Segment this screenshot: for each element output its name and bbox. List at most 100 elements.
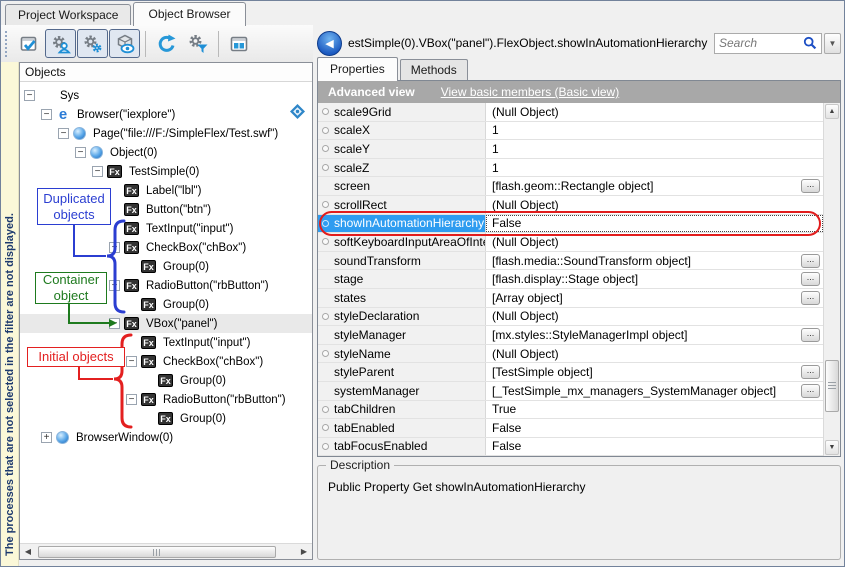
back-button[interactable]: ◀ (317, 31, 342, 56)
tree-node[interactable]: FxTextInput("input") (20, 219, 312, 238)
collapse-icon[interactable]: − (24, 90, 35, 101)
basic-view-link[interactable]: View basic members (Basic view) (441, 85, 620, 99)
collapse-icon[interactable]: − (126, 394, 137, 405)
ellipsis-button[interactable]: ... (801, 254, 820, 268)
ellipsis-button[interactable]: ... (801, 272, 820, 286)
property-row[interactable]: softKeyboardInputAreaOfInte(Null Object) (318, 233, 823, 252)
horizontal-scrollbar[interactable]: ◀ ▶ (20, 543, 312, 559)
tree-node-label: TestSimple(0) (126, 165, 202, 179)
tab-properties[interactable]: Properties (317, 57, 398, 81)
property-row[interactable]: tabFocusEnabledFalse (318, 438, 823, 456)
property-row[interactable]: scaleY1 (318, 140, 823, 159)
ellipsis-button[interactable]: ... (801, 365, 820, 379)
tree-node[interactable]: −FxCheckBox("chBox") (20, 238, 312, 257)
search-options-dropdown[interactable]: ▼ (824, 33, 841, 54)
toggle-panel-layout-button[interactable] (223, 29, 254, 58)
property-icon (322, 313, 329, 320)
scroll-down-icon[interactable]: ▼ (825, 440, 839, 455)
collapse-icon[interactable]: − (126, 356, 137, 367)
search-icon (803, 36, 817, 50)
left-column: The processes that are not selected in t… (1, 25, 313, 566)
property-row[interactable]: screen[flash.geom::Rectangle object]... (318, 177, 823, 196)
property-row[interactable]: scaleZ1 (318, 159, 823, 178)
property-value: [flash.media::SoundTransform object] (492, 254, 691, 268)
show-services-button[interactable] (77, 29, 108, 58)
ellipsis-button[interactable]: ... (801, 291, 820, 305)
property-name: softKeyboardInputAreaOfInte (334, 235, 486, 249)
tree-node[interactable]: FxGroup(0) (20, 409, 312, 428)
scrollbar-thumb[interactable] (825, 360, 839, 412)
scrollbar-track[interactable] (824, 120, 840, 439)
collapse-icon[interactable]: − (109, 280, 120, 291)
tree-node[interactable]: FxGroup(0) (20, 257, 312, 276)
collapse-icon[interactable]: − (58, 128, 69, 139)
tree-node-label: Button("btn") (143, 203, 214, 217)
tree-node[interactable]: FxGroup(0) (20, 371, 312, 390)
property-row[interactable]: styleDeclaration(Null Object) (318, 308, 823, 327)
property-row[interactable]: states[Array object]... (318, 289, 823, 308)
scroll-right-icon[interactable]: ▶ (296, 544, 312, 559)
filter-processes-button[interactable] (182, 29, 213, 58)
property-row[interactable]: stage[flash.display::Stage object]... (318, 270, 823, 289)
highlight-object-button[interactable] (13, 29, 44, 58)
property-row[interactable]: tabEnabledFalse (318, 419, 823, 438)
collapse-icon[interactable]: − (41, 109, 52, 120)
tree-node[interactable]: −Sys (20, 86, 312, 105)
tree-node[interactable]: −Object(0) (20, 143, 312, 162)
globe-icon (90, 146, 103, 159)
tree-node[interactable]: FxButton("btn") (20, 200, 312, 219)
tree-node[interactable]: −FxRadioButton("rbButton") (20, 276, 312, 295)
tree-node[interactable]: FxTextInput("input") (20, 333, 312, 352)
scroll-up-icon[interactable]: ▲ (825, 104, 839, 119)
tree-node[interactable]: FxGroup(0) (20, 295, 312, 314)
show-applications-button[interactable] (45, 29, 76, 58)
property-row[interactable]: scale9Grid(Null Object) (318, 103, 823, 122)
property-row[interactable]: systemManager[_TestSimple_mx_managers_Sy… (318, 382, 823, 401)
collapse-icon[interactable]: − (109, 318, 120, 329)
ellipsis-button[interactable]: ... (801, 384, 820, 398)
expand-icon[interactable]: + (41, 432, 52, 443)
property-name-cell: styleName (318, 345, 486, 363)
property-row[interactable]: tabChildrenTrue (318, 401, 823, 420)
property-name: scaleX (334, 123, 370, 137)
property-name: systemManager (334, 384, 419, 398)
tree-node[interactable]: −FxVBox("panel") (20, 314, 312, 333)
tab-project-workspace[interactable]: Project Workspace (5, 4, 131, 25)
tree-node[interactable]: +BrowserWindow(0) (20, 428, 312, 447)
property-row[interactable]: soundTransform[flash.media::SoundTransfo… (318, 252, 823, 271)
property-row[interactable]: scaleX1 (318, 122, 823, 141)
property-row[interactable]: styleName(Null Object) (318, 345, 823, 364)
vertical-scrollbar[interactable]: ▲ ▼ (823, 103, 840, 456)
search-input[interactable]: Search (714, 33, 822, 54)
tree-node[interactable]: −FxCheckBox("chBox") (20, 352, 312, 371)
tree-node-label: Group(0) (160, 298, 212, 312)
tab-object-browser[interactable]: Object Browser (133, 2, 245, 26)
property-icon (322, 443, 329, 450)
refresh-button[interactable] (150, 29, 181, 58)
collapse-icon[interactable]: − (109, 242, 120, 253)
tab-methods[interactable]: Methods (400, 59, 468, 80)
ellipsis-button[interactable]: ... (801, 179, 820, 193)
property-row[interactable]: styleParent[TestSimple object]... (318, 363, 823, 382)
toolbar-grip[interactable] (5, 31, 9, 57)
tree-node-label: Browser("iexplore") (74, 108, 178, 122)
tree-node[interactable]: −eBrowser("iexplore") (20, 105, 312, 124)
fx-icon: Fx (158, 412, 173, 425)
tree-node[interactable]: −FxTestSimple(0) (20, 162, 312, 181)
collapse-icon[interactable]: − (92, 166, 103, 177)
property-row[interactable]: styleManager[mx.styles::StyleManagerImpl… (318, 326, 823, 345)
breadcrumb: estSimple(0).VBox("panel").FlexObject.sh… (348, 36, 714, 50)
description-box: Description Public Property Get showInAu… (317, 465, 841, 560)
property-name: tabFocusEnabled (334, 439, 427, 453)
show-hidden-objects-button[interactable] (109, 29, 140, 58)
ellipsis-button[interactable]: ... (801, 328, 820, 342)
tree-node[interactable]: −Page("file:///F:/SimpleFlex/Test.swf") (20, 124, 312, 143)
scrollbar-thumb[interactable] (38, 546, 276, 558)
property-row[interactable]: showInAutomationHierarchyFalse (318, 215, 823, 234)
property-row[interactable]: scrollRect(Null Object) (318, 196, 823, 215)
collapse-icon[interactable]: − (75, 147, 86, 158)
tree-node[interactable]: FxLabel("lbl") (20, 181, 312, 200)
fx-icon: Fx (124, 279, 139, 292)
scroll-left-icon[interactable]: ◀ (20, 544, 36, 559)
tree-node[interactable]: −FxRadioButton("rbButton") (20, 390, 312, 409)
